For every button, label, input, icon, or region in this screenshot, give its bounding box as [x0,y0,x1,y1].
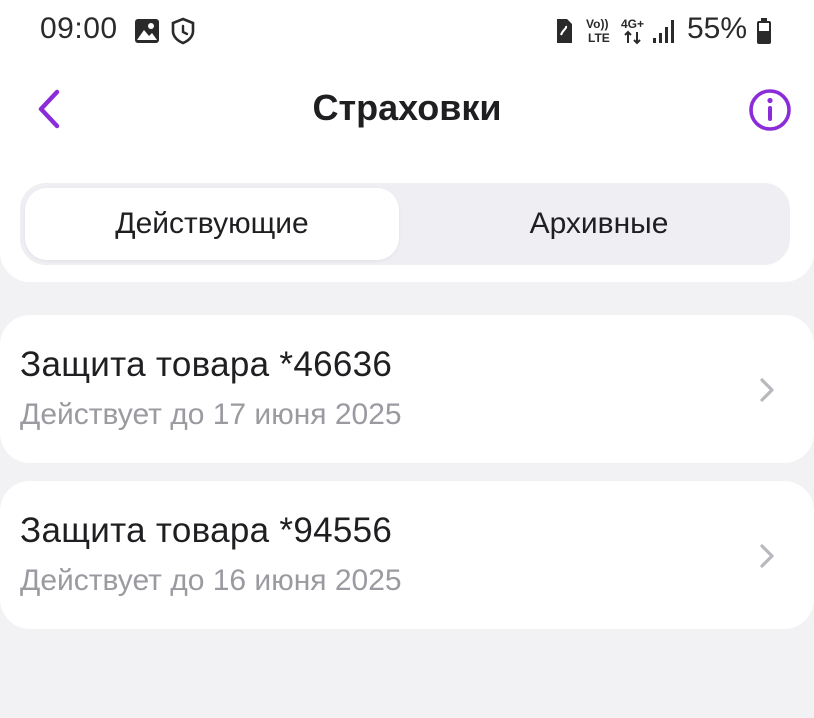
chevron-right-icon [760,378,774,402]
battery-icon [757,18,771,44]
svg-text:LTE: LTE [588,31,610,45]
battery-percent: 55% [687,12,748,45]
insurance-validity: Действует до 17 июня 2025 [20,398,402,431]
insurance-item[interactable]: Защита товара *46636 Действует до 17 июн… [0,315,814,463]
insurance-title: Защита товара *94556 [20,511,393,550]
sim-icon [557,19,572,43]
image-icon [135,19,159,43]
insurance-item[interactable]: Защита товара *94556 Действует до 16 июн… [0,481,814,629]
4g-icon: 4G+ [621,17,644,45]
info-button[interactable] [747,87,793,133]
svg-text:Vo)): Vo)) [586,17,608,31]
tab-active[interactable]: Действующие [25,188,399,260]
shield-icon [171,17,195,45]
insurance-validity: Действует до 16 июня 2025 [20,564,402,597]
info-icon [749,89,791,131]
svg-text:4G+: 4G+ [621,17,644,31]
insurance-title: Защита товара *46636 [20,345,393,384]
chevron-right-icon [760,544,774,568]
page-title: Страховки [312,87,502,128]
status-bar: 09:00 Vo)) LTE 4G+ 55% [0,0,814,62]
status-time: 09:00 [40,12,118,45]
tab-archive[interactable]: Архивные [412,188,786,260]
signal-icon [653,20,674,43]
tabs: Действующие Архивные [20,183,790,265]
volte-icon: Vo)) LTE [586,17,610,45]
